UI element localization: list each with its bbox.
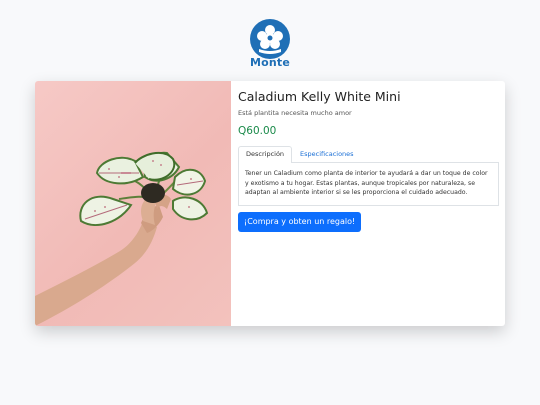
product-details: Caladium Kelly White Mini Está plantita … <box>231 81 505 326</box>
product-card: Caladium Kelly White Mini Está plantita … <box>35 81 505 326</box>
tab-descripcion[interactable]: Descripción <box>238 146 293 163</box>
product-subtitle: Está plantita necesita mucho amor <box>238 109 352 117</box>
description-text: Tener un Caladium como planta de interio… <box>238 163 499 206</box>
caladium-plant-photo <box>35 81 231 326</box>
tab-especificaciones[interactable]: Especificaciones <box>292 146 362 162</box>
buy-button[interactable]: ¡Compra y obten un regalo! <box>238 211 362 232</box>
product-title: Caladium Kelly White Mini <box>238 89 401 104</box>
product-tabs: Descripción Especificaciones <box>238 146 499 163</box>
product-price: Q60.00 <box>238 125 277 137</box>
flower-icon <box>250 19 290 59</box>
brand-logo[interactable]: Monte <box>247 19 293 71</box>
brand-name: Monte <box>249 56 291 69</box>
